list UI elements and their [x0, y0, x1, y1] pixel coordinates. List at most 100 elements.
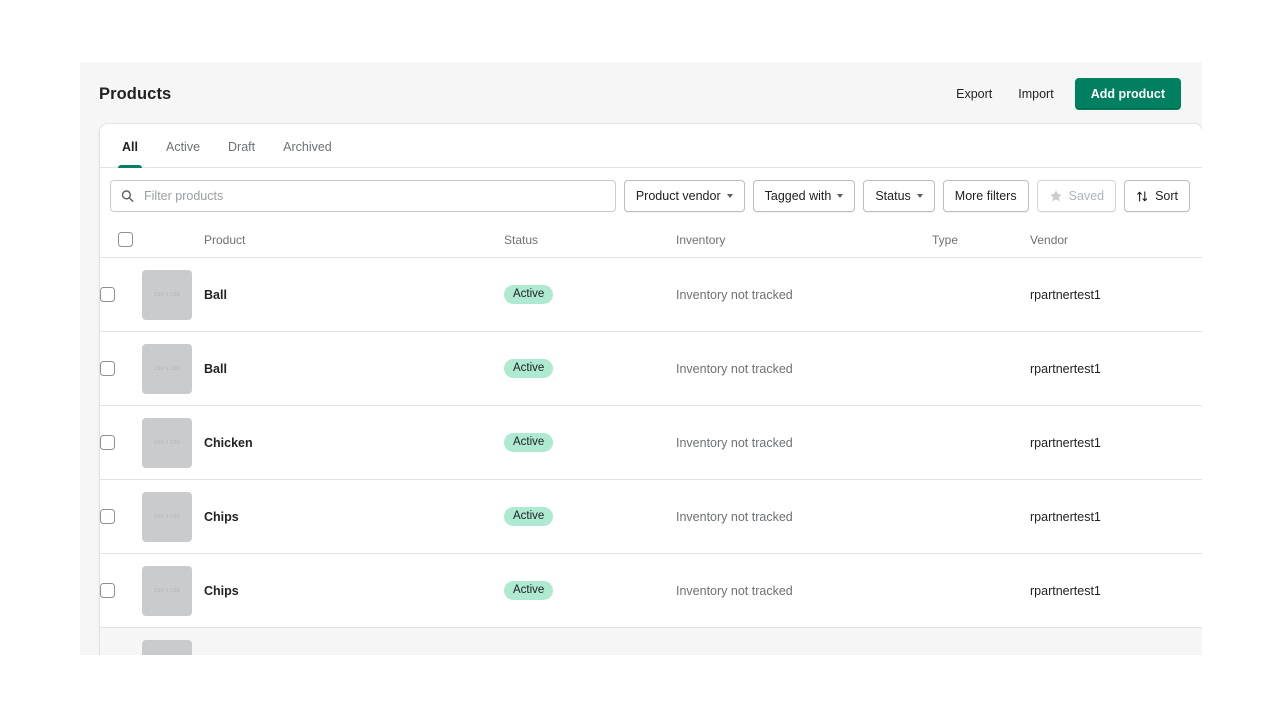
row-select-cell — [100, 258, 142, 332]
add-product-button[interactable]: Add product — [1074, 78, 1181, 110]
thumbnail-header — [142, 223, 204, 258]
page-title: Products — [99, 84, 172, 103]
filter-bar: Product vendor Tagged with Status More f… — [100, 168, 1202, 223]
vendor-text: rpartnertest1 — [1030, 509, 1101, 524]
row-inventory-cell: Inventory not tracked — [676, 480, 932, 554]
row-type-cell — [932, 332, 1030, 406]
row-thumbnail-cell: 150 x 150 — [142, 406, 204, 480]
table-row[interactable]: 150 x 150 Chips Active Inventory not tracke… — [100, 554, 1202, 628]
product-name[interactable]: Ball — [204, 362, 227, 376]
status-badge: Active — [504, 358, 554, 379]
product-name[interactable]: Chips — [204, 584, 239, 598]
table-row[interactable]: 150 x 150 Chips Active Inventory not tracke… — [100, 480, 1202, 554]
inventory-text: Inventory not tracked — [676, 509, 793, 524]
search-field-wrapper — [110, 180, 616, 212]
header-actions: Export Import Add product — [945, 78, 1181, 110]
products-card: All Active Draft Archived Product vendor… — [100, 124, 1202, 655]
more-filters-button[interactable]: More filters — [942, 180, 1029, 212]
product-name[interactable]: Ball — [204, 288, 227, 302]
app-viewport: Products Export Import Add product All A… — [80, 62, 1202, 655]
export-button[interactable]: Export — [945, 80, 1003, 108]
row-thumbnail-cell: 150 x 150 — [142, 258, 204, 332]
product-thumbnail: 150 x 150 — [142, 343, 192, 394]
row-inventory-cell: Inventory not tracked — [676, 258, 932, 332]
product-name[interactable]: Chicken — [204, 436, 253, 450]
column-header-inventory[interactable]: Inventory — [676, 223, 932, 258]
product-thumbnail: 150 x 150 — [142, 639, 192, 655]
row-type-cell — [932, 480, 1030, 554]
row-status-cell: Active — [504, 406, 676, 480]
column-header-vendor[interactable]: Vendor — [1030, 223, 1202, 258]
thumbnail-placeholder-label: 150 x 150 — [154, 291, 180, 298]
chevron-down-icon — [916, 194, 923, 198]
row-type-cell — [932, 406, 1030, 480]
row-inventory-cell — [676, 628, 932, 656]
product-vendor-filter-button[interactable]: Product vendor — [623, 180, 745, 212]
row-select-checkbox[interactable] — [100, 435, 115, 450]
row-inventory-cell: Inventory not tracked — [676, 332, 932, 406]
product-thumbnail: 150 x 150 — [142, 491, 192, 542]
row-status-cell: Active — [504, 628, 676, 655]
product-thumbnail: 150 x 150 — [142, 269, 192, 320]
row-thumbnail-cell: 150 x 150 — [142, 480, 204, 554]
inventory-text: Inventory not tracked — [676, 287, 793, 302]
tab-all[interactable]: All — [108, 128, 152, 168]
inventory-text: Inventory not tracked — [676, 583, 793, 598]
table-row[interactable]: 150 x 150 Active — [100, 627, 1202, 656]
row-select-cell — [100, 480, 142, 554]
sort-button[interactable]: Sort — [1124, 180, 1190, 212]
inventory-text: Inventory not tracked — [676, 435, 793, 450]
row-status-cell: Active — [504, 332, 676, 406]
row-thumbnail-cell: 150 x 150 — [142, 554, 204, 628]
product-thumbnail: 150 x 150 — [142, 565, 192, 616]
row-type-cell — [932, 554, 1030, 628]
import-button[interactable]: Import — [1007, 80, 1064, 108]
row-type-cell — [932, 628, 1030, 656]
chevron-down-icon — [726, 194, 733, 198]
row-select-checkbox[interactable] — [100, 287, 115, 302]
tagged-with-filter-button[interactable]: Tagged with — [752, 180, 856, 212]
row-select-checkbox[interactable] — [100, 583, 115, 598]
products-table: Product Status Inventory Type Vendor 150… — [100, 223, 1202, 655]
table-row[interactable]: 150 x 150 Ball Active Inventory not tracked… — [100, 258, 1202, 332]
tab-archived[interactable]: Archived — [269, 128, 346, 167]
row-product-cell: Chips — [204, 554, 504, 628]
row-type-cell — [932, 258, 1030, 332]
row-product-cell: Ball — [204, 332, 504, 406]
tab-active[interactable]: Active — [152, 128, 214, 167]
table-row[interactable]: 150 x 150 Chicken Active Inventory not trac… — [100, 406, 1202, 480]
product-name[interactable]: Chips — [204, 510, 239, 524]
column-header-status[interactable]: Status — [504, 223, 676, 258]
row-select-checkbox[interactable] — [100, 361, 115, 376]
row-select-cell — [100, 332, 142, 406]
row-select-cell — [100, 406, 142, 480]
row-thumbnail-cell: 150 x 150 — [142, 628, 204, 655]
row-select-cell — [100, 554, 142, 628]
status-filter-label: Status — [875, 189, 911, 203]
table-header-row: Product Status Inventory Type Vendor — [100, 223, 1202, 258]
sort-label: Sort — [1155, 189, 1178, 203]
table-body: 150 x 150 Ball Active Inventory not tracked… — [100, 258, 1202, 656]
page-header: Products Export Import Add product — [80, 62, 1202, 124]
sort-arrows-icon — [1137, 190, 1148, 202]
column-header-product[interactable]: Product — [204, 223, 504, 258]
status-badge: Active — [504, 506, 554, 527]
search-input[interactable] — [110, 180, 616, 212]
column-header-type[interactable]: Type — [932, 223, 1030, 258]
table-row[interactable]: 150 x 150 Ball Active Inventory not tracked… — [100, 332, 1202, 406]
select-all-checkbox[interactable] — [118, 232, 133, 247]
row-select-checkbox[interactable] — [100, 509, 115, 524]
saved-filters-button[interactable]: Saved — [1036, 180, 1117, 212]
row-vendor-cell: rpartnertest1 — [1030, 554, 1202, 628]
vendor-text: rpartnertest1 — [1030, 583, 1101, 598]
product-vendor-filter-label: Product vendor — [635, 189, 721, 203]
row-inventory-cell: Inventory not tracked — [676, 406, 932, 480]
table-header: Product Status Inventory Type Vendor — [100, 223, 1202, 258]
tab-bar: All Active Draft Archived — [100, 124, 1202, 168]
tab-draft[interactable]: Draft — [214, 128, 269, 167]
row-inventory-cell: Inventory not tracked — [676, 554, 932, 628]
status-filter-button[interactable]: Status — [863, 180, 935, 212]
row-vendor-cell — [1030, 628, 1202, 656]
chevron-down-icon — [837, 194, 844, 198]
status-badge: Active — [504, 580, 554, 601]
